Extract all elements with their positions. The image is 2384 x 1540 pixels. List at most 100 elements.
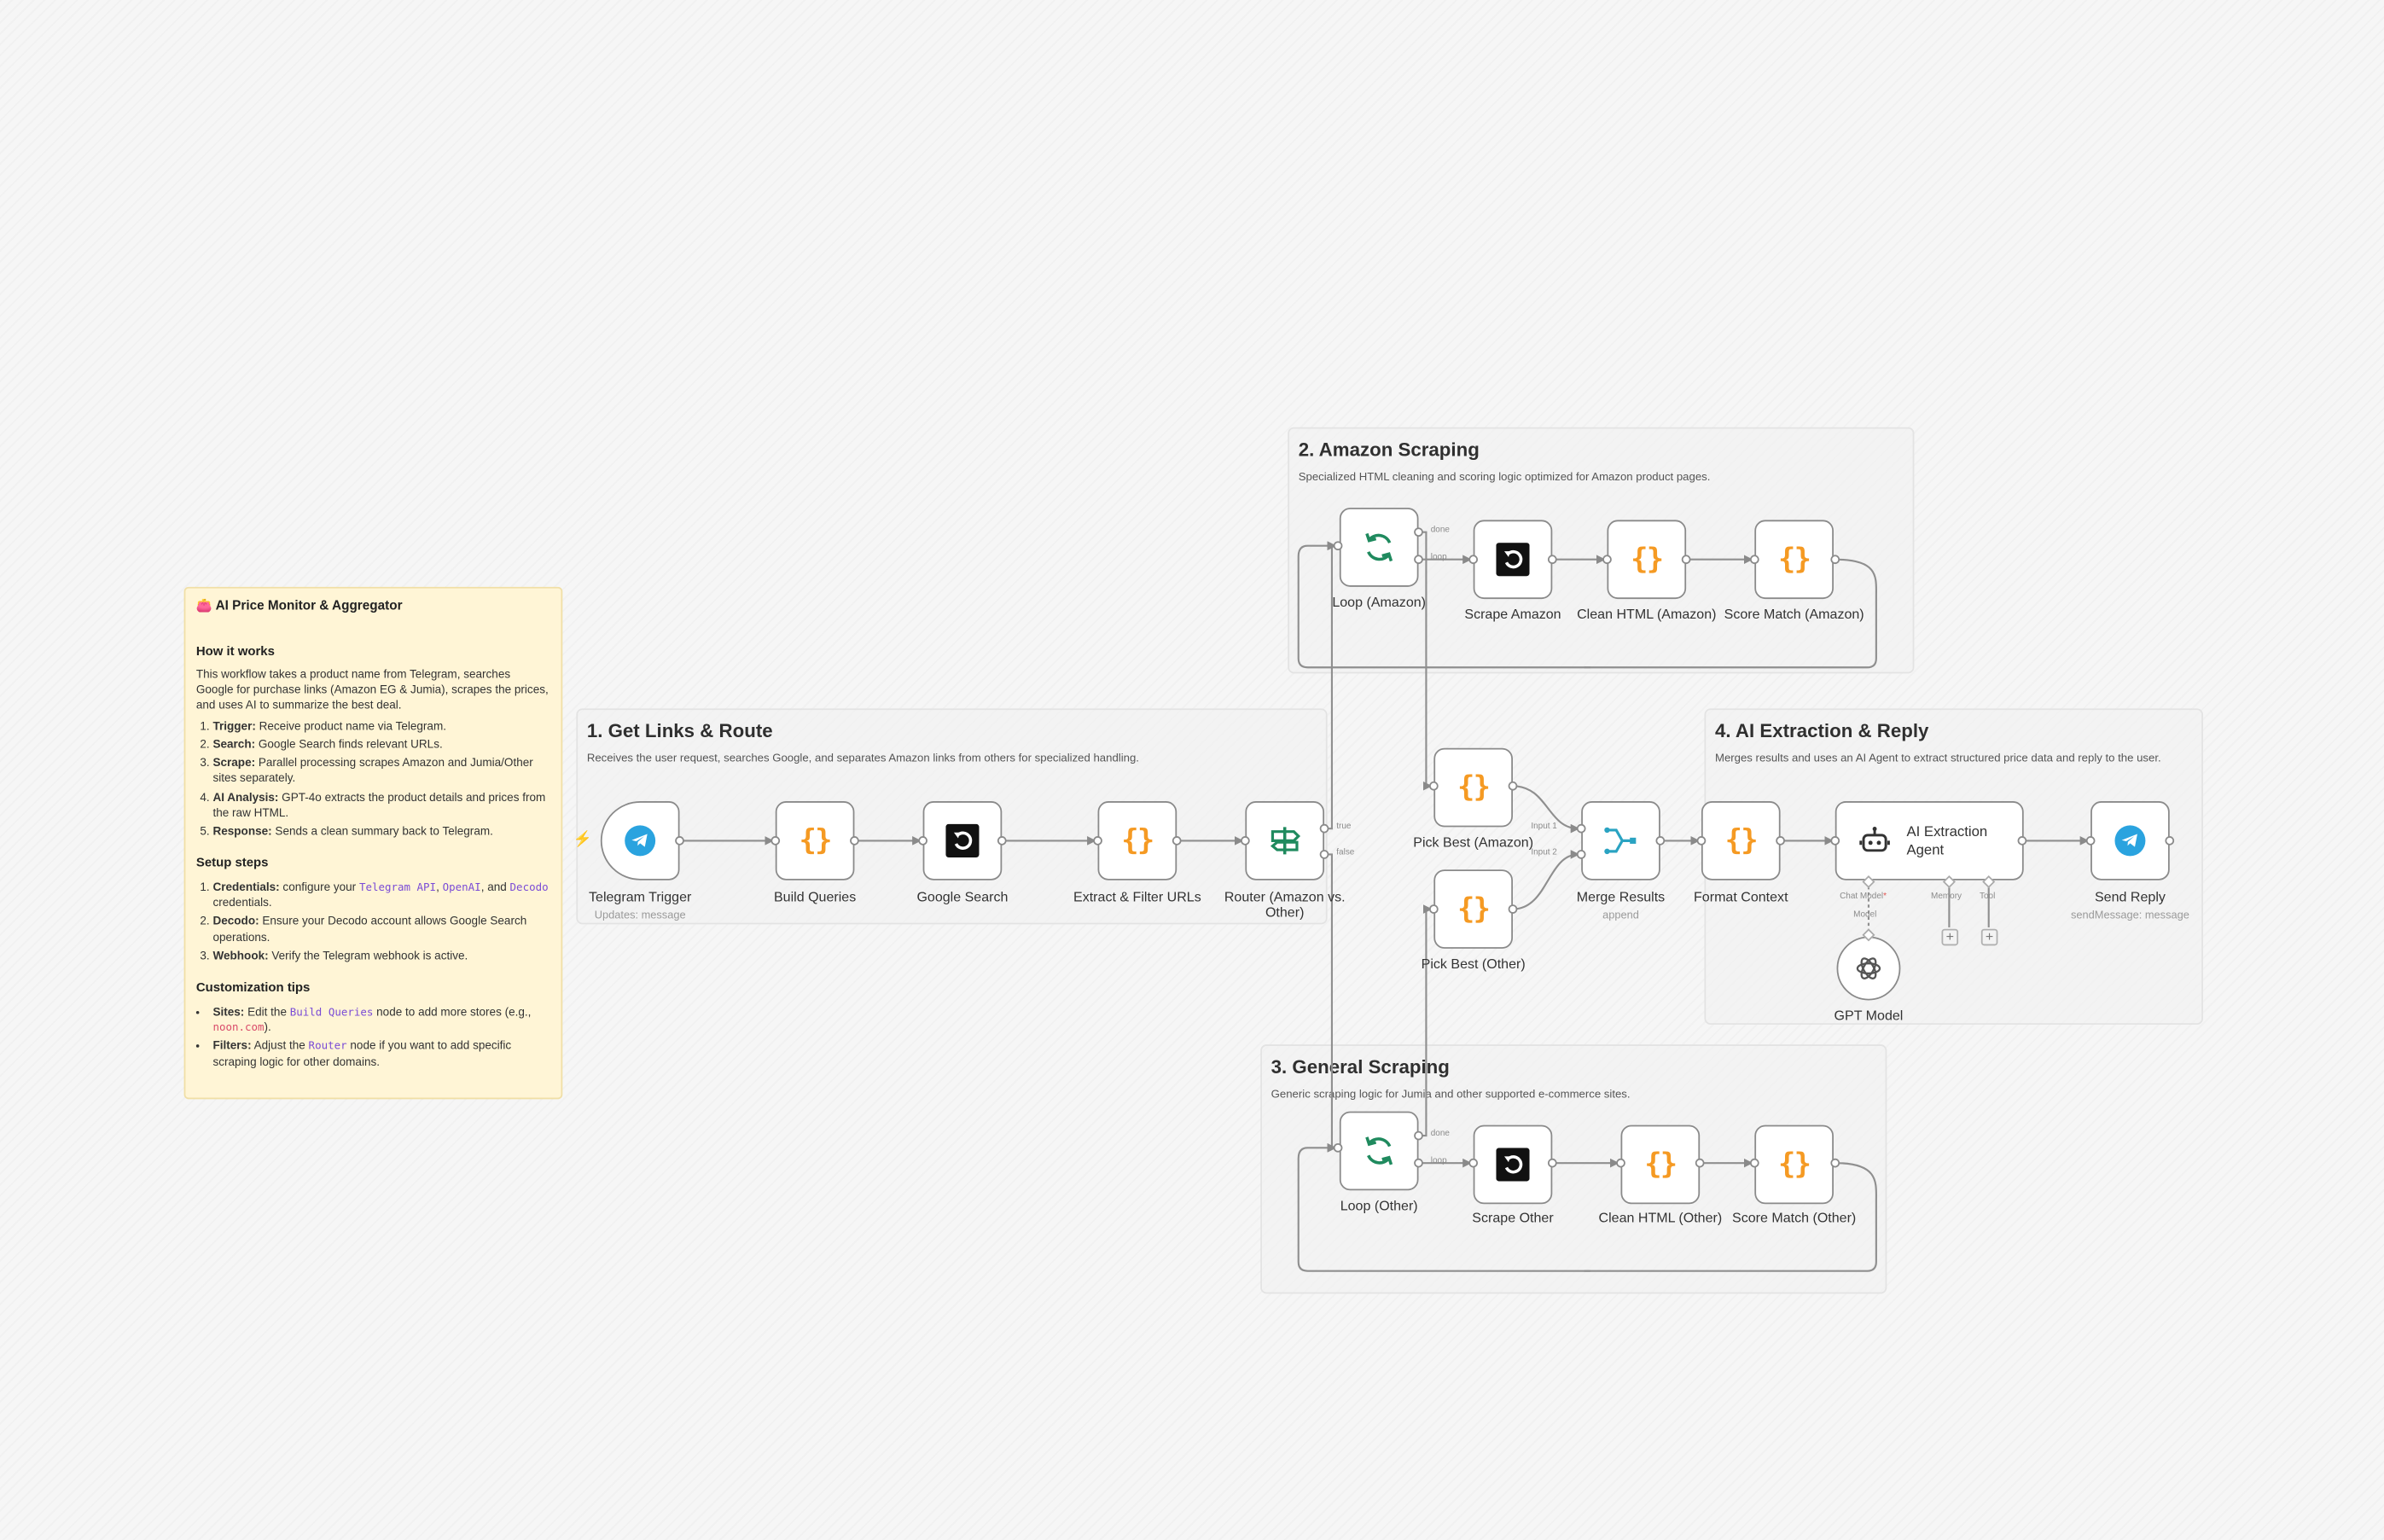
node-sublabel: sendMessage: message [2071, 907, 2189, 921]
node-telegram-trigger[interactable] [600, 801, 680, 880]
output-port[interactable] [2165, 836, 2175, 846]
node-score-match-other[interactable]: {} [1754, 1124, 1834, 1205]
node-loop-amazon[interactable] [1339, 508, 1419, 587]
node-label: Pick Best (Amazon) [1413, 834, 1534, 851]
input-port[interactable] [1602, 555, 1612, 565]
node-google-search[interactable] [922, 801, 1003, 880]
note-how-heading: How it works [195, 642, 275, 658]
output-port[interactable] [1695, 1158, 1705, 1168]
connection [1512, 850, 1580, 910]
port-label-true: true [1336, 822, 1352, 832]
node-extract-filter-urls[interactable]: {} [1097, 801, 1177, 880]
node-pick-best-other[interactable]: {} [1433, 869, 1513, 949]
output-port[interactable] [1830, 555, 1840, 565]
output-port-done[interactable] [1414, 1130, 1423, 1141]
node-loop-other[interactable] [1339, 1111, 1419, 1191]
node-sublabel: Updates: message [594, 907, 686, 921]
input-port-1[interactable] [1576, 823, 1586, 834]
telegram-icon [2092, 803, 2168, 879]
decodo-icon [1474, 521, 1550, 597]
output-port[interactable] [1547, 1158, 1557, 1168]
input-port[interactable] [1696, 836, 1707, 846]
output-port[interactable] [1830, 1158, 1840, 1168]
input-port[interactable] [1468, 1158, 1479, 1168]
input-port[interactable] [1428, 781, 1439, 791]
port-label-input-1: Input 1 [1531, 822, 1557, 832]
input-port[interactable] [1616, 1158, 1625, 1168]
input-port[interactable] [918, 836, 927, 846]
input-port[interactable] [770, 836, 781, 846]
port-label-false: false [1336, 848, 1355, 857]
node-send-reply[interactable] [2090, 801, 2170, 880]
node-ai-extraction-agent[interactable]: AI Extraction Agent [1835, 801, 2024, 880]
input-port[interactable] [1749, 1158, 1759, 1168]
workflow-canvas[interactable]: 👛 AI Price Monitor & Aggregator How it w… [0, 0, 2384, 1540]
note-setup-heading: Setup steps [195, 855, 269, 871]
node-sublabel: append [1602, 907, 1639, 921]
output-port[interactable] [1172, 836, 1182, 846]
node-label: Pick Best (Other) [1421, 956, 1526, 972]
code-icon: {} [1778, 543, 1811, 577]
port-label-loop: loop [1430, 1157, 1447, 1166]
output-port[interactable] [675, 836, 684, 846]
node-clean-html-amazon[interactable]: {} [1607, 520, 1687, 600]
node-build-queries[interactable]: {} [775, 801, 855, 880]
sticky-note[interactable]: 👛 AI Price Monitor & Aggregator How it w… [183, 586, 563, 1100]
input-port[interactable] [1428, 904, 1439, 914]
node-pick-best-amazon[interactable]: {} [1433, 747, 1513, 828]
input-port[interactable] [1749, 555, 1759, 565]
output-port[interactable] [1776, 836, 1785, 846]
input-port[interactable] [1333, 541, 1343, 551]
output-port[interactable] [850, 836, 859, 846]
signpost-icon [1247, 803, 1323, 879]
node-merge-results[interactable] [1581, 801, 1660, 880]
section-title: 4. AI Extraction & Reply [1714, 720, 1929, 742]
output-port[interactable] [1508, 781, 1518, 791]
note-setup-step: Webhook: Verify the Telegram webhook is … [212, 949, 550, 964]
note-setup-steps: Credentials: configure your Telegram API… [196, 880, 550, 964]
output-port[interactable] [1655, 836, 1666, 846]
input-port[interactable] [1241, 836, 1250, 846]
port-label-tool: Tool [1980, 892, 1996, 902]
merge-icon [1583, 803, 1659, 879]
node-score-match-amazon[interactable]: {} [1754, 520, 1834, 600]
output-port-loop[interactable] [1414, 1158, 1423, 1168]
node-scrape-other[interactable] [1473, 1124, 1553, 1205]
output-port-true[interactable] [1319, 823, 1329, 834]
add-memory-button[interactable]: + [1941, 928, 1959, 946]
section-title: 2. Amazon Scraping [1298, 439, 1480, 461]
output-port-false[interactable] [1319, 850, 1329, 859]
input-port[interactable] [1468, 555, 1479, 565]
node-gpt-model[interactable] [1836, 936, 1901, 1001]
note-how-intro: This workflow takes a product name from … [195, 667, 549, 712]
output-port[interactable] [1547, 555, 1557, 565]
output-port[interactable] [1681, 555, 1691, 565]
input-port[interactable] [1830, 836, 1840, 846]
node-clean-html-other[interactable]: {} [1620, 1124, 1701, 1205]
code-icon: {} [1778, 1148, 1811, 1182]
output-port[interactable] [1508, 904, 1518, 914]
input-port[interactable] [2085, 836, 2096, 846]
input-port[interactable] [1093, 836, 1102, 846]
note-how-step: Response: Sends a clean summary back to … [212, 824, 550, 840]
output-port-done[interactable] [1414, 527, 1423, 538]
note-how-step: Trigger: Receive product name via Telegr… [212, 718, 550, 734]
input-port-2[interactable] [1576, 850, 1586, 859]
note-setup-step: Decodo: Ensure your Decodo account allow… [212, 915, 550, 946]
output-port[interactable] [2017, 836, 2027, 846]
node-router[interactable] [1245, 801, 1325, 880]
port-label-loop: loop [1430, 553, 1447, 563]
add-tool-button[interactable]: + [1980, 928, 1998, 946]
node-scrape-amazon[interactable] [1473, 520, 1553, 600]
node-label: Score Match (Other) [1732, 1210, 1857, 1226]
node-format-context[interactable]: {} [1701, 801, 1781, 880]
note-custom-tip: Filters: Adjust the Router node if you w… [212, 1039, 550, 1071]
output-port-loop[interactable] [1414, 555, 1423, 565]
node-label: Send Reply [2094, 889, 2166, 905]
input-port[interactable] [1333, 1142, 1343, 1153]
port-label-done: done [1430, 1129, 1450, 1139]
note-how-step: Scrape: Parallel processing scrapes Amaz… [212, 756, 550, 787]
output-port[interactable] [997, 836, 1007, 846]
node-label: Clean HTML (Amazon) [1577, 606, 1717, 622]
node-label: Clean HTML (Other) [1598, 1210, 1723, 1226]
